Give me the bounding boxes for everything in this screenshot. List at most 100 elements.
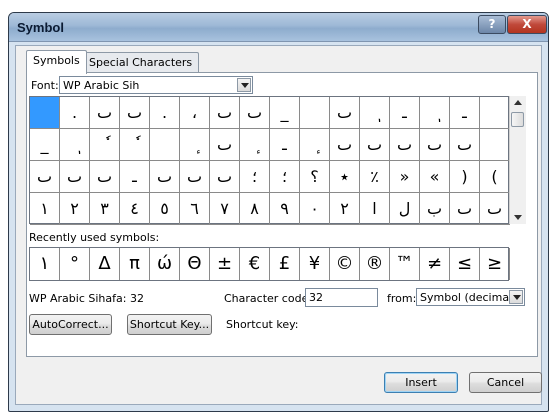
recent-symbol-cell[interactable]: ±: [210, 248, 240, 280]
symbol-cell[interactable]: ٮ: [180, 161, 210, 193]
recent-symbol-cell[interactable]: Θ: [180, 248, 210, 280]
symbol-cell[interactable]: ٮ: [480, 193, 510, 225]
symbol-cell[interactable]: ٮ: [210, 97, 240, 129]
scroll-down-icon[interactable]: [514, 215, 522, 220]
symbol-cell[interactable]: ٮ: [60, 161, 90, 193]
symbol-cell[interactable]: ـ: [270, 129, 300, 161]
scroll-thumb[interactable]: [511, 112, 524, 127]
autocorrect-button[interactable]: AutoCorrect...: [29, 314, 112, 335]
help-button[interactable]: ?: [478, 15, 506, 34]
symbol-cell[interactable]: ٨: [240, 193, 270, 225]
tab-symbols[interactable]: Symbols: [26, 50, 87, 74]
symbol-cell[interactable]: [480, 97, 510, 129]
symbol-cell[interactable]: ؛: [240, 161, 270, 193]
recent-symbol-cell[interactable]: ≤: [450, 248, 480, 280]
symbol-cell[interactable]: (: [480, 161, 510, 193]
symbol-cell[interactable]: .: [150, 97, 180, 129]
symbol-cell[interactable]: ،: [180, 97, 210, 129]
symbol-cell[interactable]: ٣: [90, 193, 120, 225]
cancel-button[interactable]: Cancel: [469, 372, 542, 393]
symbol-cell[interactable]: ؟: [300, 161, 330, 193]
chevron-down-icon[interactable]: [237, 78, 251, 92]
recent-symbol-cell[interactable]: £: [270, 248, 300, 280]
symbol-cell[interactable]: ٮ: [450, 193, 480, 225]
recent-symbol-cell[interactable]: ™: [390, 248, 420, 280]
symbol-cell[interactable]: ـ: [390, 97, 420, 129]
tab-special-characters[interactable]: Special Characters: [82, 52, 200, 73]
symbol-cell[interactable]: ٧: [210, 193, 240, 225]
symbol-cell[interactable]: _: [270, 97, 300, 129]
symbol-cell[interactable]: ؛: [270, 161, 300, 193]
symbol-cell[interactable]: ب: [420, 193, 450, 225]
symbol-cell[interactable]: ٮ: [210, 161, 240, 193]
font-select[interactable]: WP Arabic Sih: [59, 76, 253, 94]
close-button[interactable]: X: [507, 15, 547, 34]
shortcut-key-button[interactable]: Shortcut Key...: [127, 314, 212, 335]
symbol-cell[interactable]: ٕ: [240, 129, 270, 161]
symbol-cell[interactable]: ا: [360, 193, 390, 225]
symbol-cell[interactable]: ٖ: [60, 129, 90, 161]
chevron-down-icon[interactable]: [509, 290, 523, 304]
symbol-cell[interactable]: ٩: [270, 193, 300, 225]
symbol-cell[interactable]: ٢: [330, 193, 360, 225]
recent-symbol-cell[interactable]: ≥: [480, 248, 510, 280]
scroll-up-icon[interactable]: [514, 100, 522, 105]
insert-button[interactable]: Insert: [384, 372, 458, 393]
symbol-cell[interactable]: ٤: [120, 193, 150, 225]
symbol-cell[interactable]: ١: [30, 193, 60, 225]
recent-symbol-cell[interactable]: ©: [330, 248, 360, 280]
symbol-cell[interactable]: ٮ: [210, 129, 240, 161]
symbol-cell[interactable]: «: [420, 161, 450, 193]
recent-symbol-cell[interactable]: ώ: [150, 248, 180, 280]
symbol-cell[interactable]: ٗ: [120, 129, 150, 161]
recent-symbol-cell[interactable]: π: [120, 248, 150, 280]
symbol-cell[interactable]: ٭: [330, 161, 360, 193]
recent-symbol-cell[interactable]: ≠: [420, 248, 450, 280]
symbol-cell[interactable]: [300, 97, 330, 129]
symbol-cell[interactable]: [480, 129, 510, 161]
symbol-cell[interactable]: ٮ: [390, 129, 420, 161]
recent-symbol-cell[interactable]: Δ: [90, 248, 120, 280]
character-code-input[interactable]: 32: [305, 288, 378, 307]
symbol-cell[interactable]: ٦: [180, 193, 210, 225]
title-bar[interactable]: Symbol ? X: [9, 13, 548, 42]
from-select[interactable]: Symbol (decimal): [416, 288, 525, 306]
recent-symbol-cell[interactable]: €: [240, 248, 270, 280]
symbol-cell[interactable]: ٮ: [240, 97, 270, 129]
symbol-grid-scrollbar[interactable]: [509, 96, 526, 224]
symbol-cell[interactable]: ٕ: [180, 129, 210, 161]
symbol-cell[interactable]: ٗ: [90, 129, 120, 161]
symbol-cell[interactable]: ٮ: [330, 97, 360, 129]
symbol-cell[interactable]: ل: [390, 193, 420, 225]
symbol-cell[interactable]: ٮ: [330, 129, 360, 161]
recent-symbol-cell[interactable]: ¥: [300, 248, 330, 280]
symbol-cell[interactable]: ٕ: [300, 129, 330, 161]
symbol-grid[interactable]: .ٮٮ.،ٮٮ_ٮٖـٖـ_ٖٕٗٗٮٕـٕٮٮٮٮٮٮٮٮـٮٮٮ؛؛؟٭٪»…: [29, 96, 510, 225]
symbol-cell[interactable]: ٠: [300, 193, 330, 225]
symbol-cell[interactable]: ٮ: [90, 97, 120, 129]
symbol-cell[interactable]: ٮ: [120, 97, 150, 129]
symbol-cell[interactable]: ٥: [150, 193, 180, 225]
symbol-cell[interactable]: ٢: [60, 193, 90, 225]
recent-symbol-cell[interactable]: ®: [360, 248, 390, 280]
symbol-cell[interactable]: ٮ: [90, 161, 120, 193]
symbol-cell[interactable]: ٖ: [360, 97, 390, 129]
symbol-cell[interactable]: »: [390, 161, 420, 193]
recent-symbols-row[interactable]: ١ ° Δπ ώ Θ ± € £ ¥ © ® ™ ≠ ≤ ≥: [29, 247, 510, 281]
symbol-cell[interactable]: ٮ: [150, 161, 180, 193]
symbol-cell[interactable]: ٮ: [420, 129, 450, 161]
symbol-cell[interactable]: [30, 97, 60, 129]
symbol-cell[interactable]: _: [30, 129, 60, 161]
symbol-cell[interactable]: ٮ: [30, 161, 60, 193]
symbol-cell[interactable]: ): [450, 161, 480, 193]
symbol-cell[interactable]: [150, 129, 180, 161]
recent-symbol-cell[interactable]: °: [60, 248, 90, 280]
symbol-cell[interactable]: .: [60, 97, 90, 129]
symbol-cell[interactable]: ٮ: [360, 129, 390, 161]
symbol-cell[interactable]: ـ: [450, 97, 480, 129]
recent-symbol-cell[interactable]: ١: [30, 248, 60, 280]
symbol-cell[interactable]: ٮ: [450, 129, 480, 161]
symbol-cell[interactable]: ٪: [360, 161, 390, 193]
symbol-cell[interactable]: ـ: [120, 161, 150, 193]
symbol-cell[interactable]: ٖ: [420, 97, 450, 129]
